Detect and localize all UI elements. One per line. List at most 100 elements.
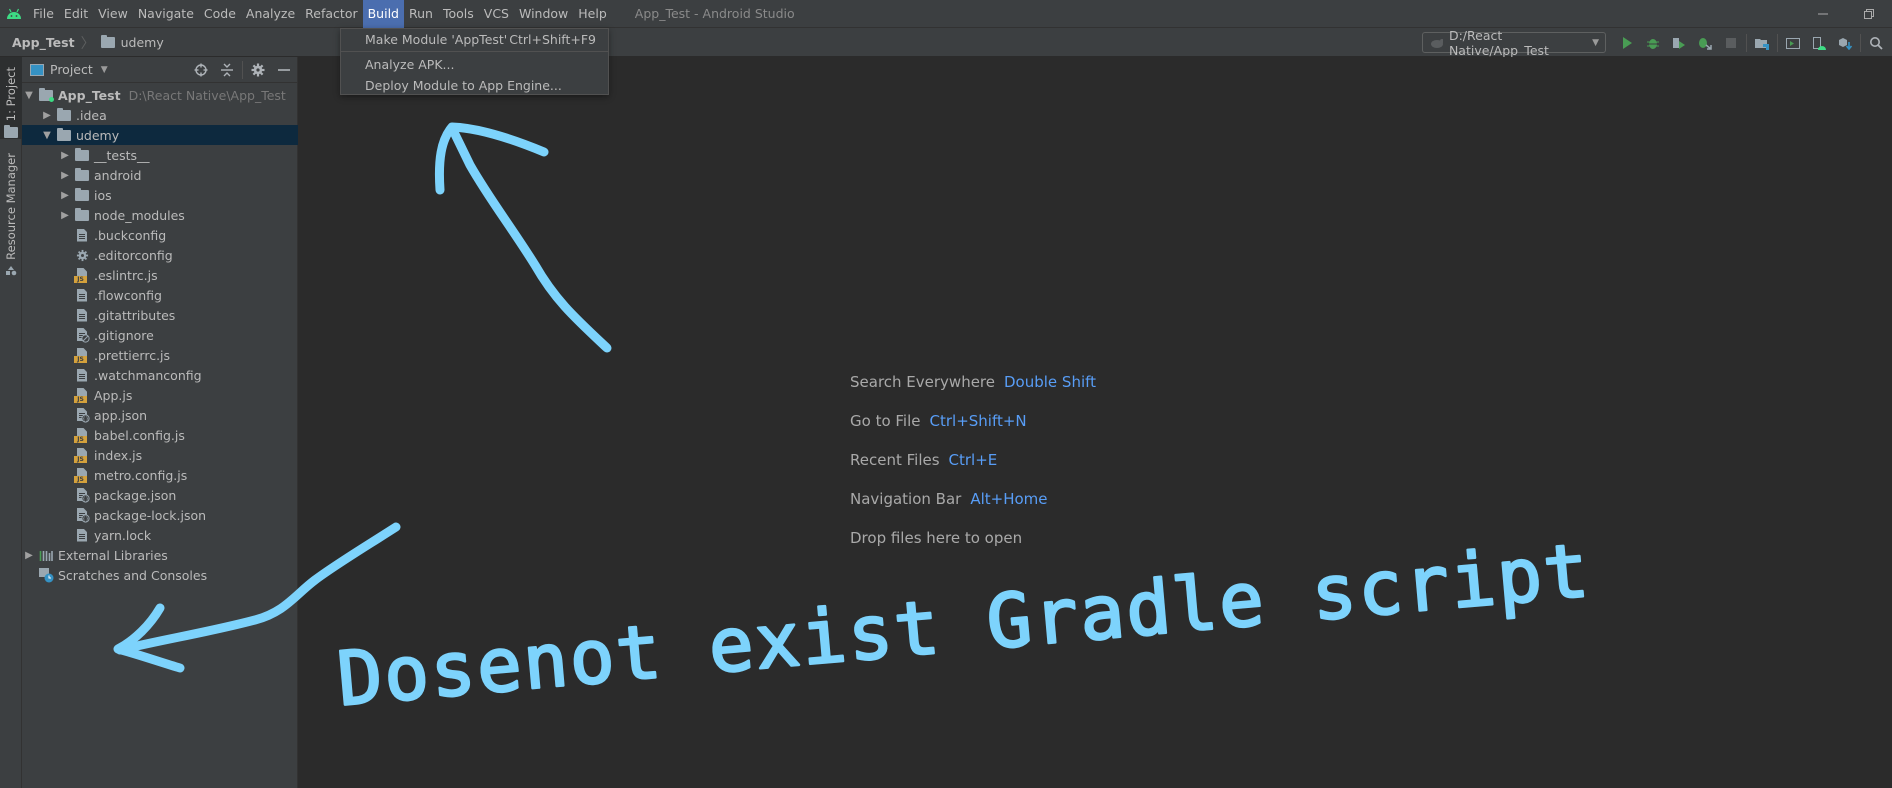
- menu-analyze[interactable]: Analyze: [241, 0, 300, 28]
- tool-window-tab-project[interactable]: 1: Project: [0, 57, 22, 139]
- tree-row[interactable]: ▶ .idea: [22, 105, 298, 125]
- locate-file-button[interactable]: [188, 57, 214, 83]
- project-tool-window: Project ▼ ▼ App_Test D:\React Native\App…: [22, 57, 298, 788]
- menu-item-shortcut: Ctrl+Shift+F9: [509, 32, 596, 47]
- debug-button[interactable]: [1640, 28, 1666, 57]
- tree-row[interactable]: JS metro.config.js: [22, 465, 298, 485]
- tree-row[interactable]: .gitattributes: [22, 305, 298, 325]
- menu-refactor[interactable]: Refactor: [300, 0, 362, 28]
- run-button[interactable]: [1614, 28, 1640, 57]
- tree-item-label: .prettierrc.js: [94, 347, 171, 363]
- terminal-button[interactable]: [1780, 28, 1806, 57]
- hide-panel-button[interactable]: [271, 57, 297, 83]
- tree-row[interactable]: .gitignore: [22, 325, 298, 345]
- project-view-selector[interactable]: Project: [50, 62, 93, 77]
- menu-navigate[interactable]: Navigate: [133, 0, 199, 28]
- attach-debugger-button[interactable]: [1692, 28, 1718, 57]
- collapse-all-button[interactable]: [214, 57, 240, 83]
- stop-icon: [1726, 37, 1736, 48]
- project-panel-tools: [188, 57, 297, 83]
- tree-row[interactable]: JS .prettierrc.js: [22, 345, 298, 365]
- menu-help[interactable]: Help: [573, 0, 612, 28]
- text-file-icon: [74, 287, 90, 303]
- tree-row[interactable]: JS App.js: [22, 385, 298, 405]
- attach-debugger-icon: [1699, 37, 1712, 50]
- tree-item-label: .gitignore: [94, 327, 154, 343]
- expand-arrow-icon[interactable]: ▶: [60, 210, 70, 221]
- hint-label: Drop files here to open: [850, 529, 1023, 547]
- tree-row[interactable]: ▶ node_modules: [22, 205, 298, 225]
- run-configuration-dropdown[interactable]: D:/React Native/App_Test ▼: [1422, 28, 1606, 58]
- tree-row[interactable]: ▶ ios: [22, 185, 298, 205]
- tree-row[interactable]: {} package.json: [22, 485, 298, 505]
- menu-vcs[interactable]: VCS: [479, 0, 514, 28]
- expand-arrow-icon[interactable]: ▶: [60, 190, 70, 201]
- toolbar-icons: [1614, 28, 1889, 57]
- menu-view[interactable]: View: [93, 0, 133, 28]
- hint-label: Navigation Bar: [850, 490, 962, 508]
- menu-item-analyze-apk[interactable]: Analyze APK...: [341, 54, 608, 75]
- hint-go-to-file: Go to File Ctrl+Shift+N: [850, 412, 1096, 451]
- project-structure-icon: [1755, 38, 1769, 50]
- tree-row[interactable]: .buckconfig: [22, 225, 298, 245]
- expand-arrow-icon[interactable]: ▼: [24, 90, 34, 101]
- folder-icon: [100, 35, 115, 48]
- android-icon: [7, 8, 21, 19]
- expand-arrow-icon[interactable]: ▶: [60, 150, 70, 161]
- sdk-manager-icon: [1839, 37, 1853, 50]
- menu-code[interactable]: Code: [199, 0, 241, 28]
- stop-button[interactable]: [1718, 28, 1744, 57]
- search-button[interactable]: [1863, 28, 1889, 57]
- tree-row[interactable]: JS .eslintrc.js: [22, 265, 298, 285]
- run-with-coverage-button[interactable]: [1666, 28, 1692, 57]
- menu-tools[interactable]: Tools: [438, 0, 479, 28]
- run-icon: [1623, 36, 1632, 49]
- settings-button[interactable]: [245, 57, 271, 83]
- menu-window[interactable]: Window: [514, 0, 573, 28]
- sdk-manager-button[interactable]: [1832, 28, 1858, 57]
- tool-window-tab-resource-manager[interactable]: Resource Manager: [0, 153, 22, 329]
- tree-row-scratches[interactable]: Scratches and Consoles: [22, 565, 298, 585]
- breadcrumb-root[interactable]: App_Test: [12, 35, 75, 50]
- project-tree: ▼ App_Test D:\React Native\App_Test ▶ .id…: [22, 85, 298, 585]
- tree-row[interactable]: .editorconfig: [22, 245, 298, 265]
- breadcrumb-folder[interactable]: udemy: [121, 35, 164, 50]
- text-file-icon: [74, 307, 90, 323]
- tree-row[interactable]: ▶ android: [22, 165, 298, 185]
- tree-row-root[interactable]: ▼ App_Test D:\React Native\App_Test: [22, 85, 298, 105]
- restore-button[interactable]: [1846, 0, 1892, 28]
- tree-item-label: Scratches and Consoles: [58, 567, 208, 583]
- tree-row[interactable]: yarn.lock: [22, 525, 298, 545]
- tree-row[interactable]: .flowconfig: [22, 285, 298, 305]
- menu-run[interactable]: Run: [404, 0, 438, 28]
- expand-arrow-icon[interactable]: ▶: [24, 550, 34, 561]
- collapse-arrow-icon[interactable]: ▼: [42, 130, 52, 141]
- restore-icon: [1864, 9, 1874, 19]
- avd-manager-button[interactable]: [1806, 28, 1832, 57]
- tree-row[interactable]: ▼ udemy: [22, 125, 298, 145]
- menu-build[interactable]: Build: [362, 0, 404, 28]
- menu-edit[interactable]: Edit: [59, 0, 93, 28]
- tree-row[interactable]: {} app.json: [22, 405, 298, 425]
- tree-item-label: App_Test: [58, 87, 121, 103]
- tree-row-external-libraries[interactable]: ▶ External Libraries: [22, 545, 298, 565]
- chevron-down-icon[interactable]: ▼: [101, 65, 108, 75]
- tree-row[interactable]: .watchmanconfig: [22, 365, 298, 385]
- minimize-button[interactable]: [1800, 0, 1846, 28]
- menu-file[interactable]: File: [28, 0, 59, 28]
- tree-item-path: D:\React Native\App_Test: [128, 87, 286, 103]
- text-file-icon: [74, 527, 90, 543]
- tree-row[interactable]: {} package-lock.json: [22, 505, 298, 525]
- project-structure-button[interactable]: [1749, 28, 1775, 57]
- menu-item-make-module[interactable]: Make Module 'AppTest' Ctrl+Shift+F9: [341, 29, 608, 50]
- expand-arrow-icon[interactable]: ▶: [60, 170, 70, 181]
- text-file-icon: [74, 227, 90, 243]
- tree-row[interactable]: ▶ __tests__: [22, 145, 298, 165]
- menu-item-deploy-app-engine[interactable]: Deploy Module to App Engine...: [341, 75, 608, 96]
- tree-row[interactable]: JS babel.config.js: [22, 425, 298, 445]
- expand-arrow-icon[interactable]: ▶: [42, 110, 52, 121]
- tree-row[interactable]: JS index.js: [22, 445, 298, 465]
- menu-separator: [341, 51, 608, 52]
- chevron-down-icon: ▼: [1592, 37, 1599, 48]
- resource-manager-icon: [6, 265, 17, 276]
